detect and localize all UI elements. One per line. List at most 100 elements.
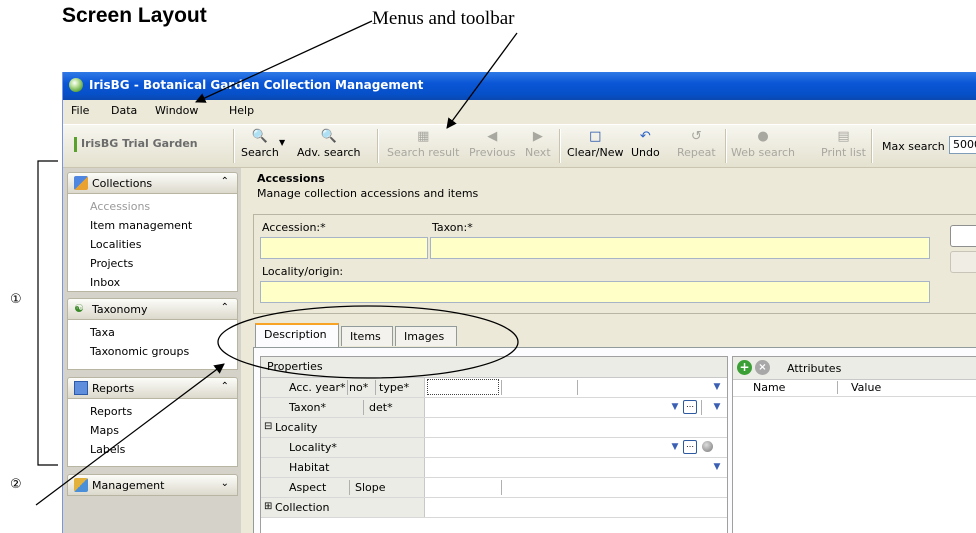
form-action-button[interactable] (950, 225, 976, 247)
app-window: IrisBG - Botanical Garden Collection Man… (62, 72, 976, 533)
taxon-ellipsis-button[interactable]: ⋯ (683, 400, 697, 414)
toolbar-separator (559, 129, 561, 163)
search-button[interactable]: 🔍 Search ▼ (241, 129, 285, 159)
undo-button[interactable]: ↶ Undo (631, 129, 660, 159)
nav-item-labels[interactable]: Labels (90, 443, 125, 456)
nav-section-management[interactable]: Management ⌄ (67, 474, 238, 496)
search-result-button[interactable]: ▦ Search result (387, 129, 459, 159)
habitat-dropdown-icon[interactable]: ▼ (711, 461, 723, 474)
collection-group-label: Collection (275, 501, 330, 514)
expand-icon[interactable]: ⌄ (221, 478, 229, 489)
locality-dropdown-icon[interactable]: ▼ (669, 441, 681, 454)
previous-label: Previous (469, 146, 516, 159)
nav-section-title: Collections (92, 177, 153, 190)
row-label-cell: Habitat (261, 458, 425, 477)
menu-data[interactable]: Data (111, 104, 137, 117)
collapse-icon[interactable]: ⌃ (221, 176, 229, 187)
app-icon (69, 78, 83, 92)
nav-item-taxa[interactable]: Taxa (90, 326, 115, 339)
nav-item-reports[interactable]: Reports (90, 405, 132, 418)
previous-button[interactable]: ◀ Previous (469, 129, 516, 159)
nav-item-maps[interactable]: Maps (90, 424, 119, 437)
collapse-group-icon[interactable]: ⊟ (264, 421, 272, 432)
toolbar-separator (377, 129, 379, 163)
tab-images[interactable]: Images (395, 326, 457, 346)
attributes-panel: + × Attributes Name Value (732, 356, 976, 533)
collections-icon (74, 176, 88, 190)
column-name[interactable]: Name (753, 381, 785, 394)
no-label: no* (349, 381, 369, 394)
row-locality-group: ⊟ Locality (261, 418, 727, 438)
column-value[interactable]: Value (851, 381, 881, 394)
clear-new-label: Clear/New (567, 146, 624, 159)
collapse-icon[interactable]: ⌃ (221, 302, 229, 313)
repeat-label: Repeat (677, 146, 716, 159)
nav-body-taxonomy: Taxa Taxonomic groups (67, 320, 238, 370)
det-label: det* (369, 401, 393, 414)
accession-input[interactable] (260, 237, 428, 259)
grid-icon: ▦ (417, 129, 430, 144)
menu-window[interactable]: Window (155, 104, 198, 117)
acc-year-label: Acc. year* (289, 381, 346, 394)
menu-help[interactable]: Help (229, 104, 254, 117)
toolbar-separator (871, 129, 873, 163)
undo-label: Undo (631, 146, 660, 159)
nav-item-inbox[interactable]: Inbox (90, 276, 120, 289)
next-button[interactable]: ▶ Next (525, 129, 551, 159)
divider (837, 381, 838, 394)
locality-map-icon[interactable] (702, 441, 713, 452)
binoculars-plus-icon: 🔍 (320, 129, 337, 144)
nav-item-localities[interactable]: Localities (90, 238, 141, 251)
tab-items[interactable]: Items (341, 326, 393, 346)
remove-attribute-icon[interactable]: × (755, 360, 770, 375)
max-search-label: Max search (882, 140, 945, 153)
nav-item-accessions[interactable]: Accessions (90, 200, 150, 213)
properties-header: Properties (261, 357, 727, 378)
adv-search-button[interactable]: 🔍 Adv. search (297, 129, 361, 159)
search-dropdown-icon[interactable]: ▼ (279, 138, 285, 147)
locality-origin-input[interactable] (260, 281, 930, 303)
marker-1: ① (10, 292, 22, 307)
arrow-right-icon: ▶ (532, 129, 543, 144)
expand-group-icon[interactable]: ⊞ (264, 501, 272, 512)
toolbar-separator (725, 129, 727, 163)
divider (501, 380, 502, 395)
nav-section-taxonomy[interactable]: ☯ Taxonomy ⌃ (67, 298, 238, 320)
nav-section-reports[interactable]: Reports ⌃ (67, 377, 238, 399)
management-icon (74, 478, 88, 492)
max-search-input[interactable]: 5000 (949, 136, 976, 154)
row-collection-group: ⊞ Collection (261, 498, 727, 518)
print-list-label: Print list (821, 146, 866, 159)
row-label-cell: ⊟ Locality (261, 418, 425, 437)
row-label-cell: ⊞ Collection (261, 498, 425, 517)
det-dropdown-icon[interactable]: ▼ (711, 401, 723, 414)
acc-year-input[interactable] (427, 379, 499, 395)
menus-toolbar-annotation: Menus and toolbar (372, 8, 515, 29)
menu-file[interactable]: File (71, 104, 89, 117)
print-icon: ▤ (837, 129, 850, 144)
add-attribute-icon[interactable]: + (737, 360, 752, 375)
type-dropdown-icon[interactable]: ▼ (711, 381, 723, 394)
clear-new-button[interactable]: □ Clear/New (567, 129, 623, 159)
web-search-button[interactable]: ● Web search (731, 129, 795, 159)
nav-section-collections[interactable]: Collections ⌃ (67, 172, 238, 194)
taxon-input[interactable] (430, 237, 930, 259)
navigation-pane: Collections ⌃ Accessions Item management… (63, 168, 241, 533)
print-list-button[interactable]: ▤ Print list (821, 129, 866, 159)
collapse-icon[interactable]: ⌃ (221, 381, 229, 392)
menu-bar: File Data Window Help (63, 100, 976, 122)
repeat-button[interactable]: ↺ Repeat (677, 129, 716, 159)
nav-item-taxonomic-groups[interactable]: Taxonomic groups (90, 345, 189, 358)
nav-item-projects[interactable]: Projects (90, 257, 133, 270)
locality-ellipsis-button[interactable]: ⋯ (683, 440, 697, 454)
taxon-dropdown-icon[interactable]: ▼ (669, 401, 681, 414)
aspect-label: Aspect (289, 481, 327, 494)
tab-description[interactable]: Description (255, 323, 339, 347)
form-action-button-disabled[interactable] (950, 251, 976, 273)
nav-item-item-management[interactable]: Item management (90, 219, 192, 232)
tab-strip: Description Items Images (253, 322, 976, 348)
next-label: Next (525, 146, 551, 159)
search-label: Search (241, 146, 279, 159)
divider (701, 400, 702, 415)
properties-grid: Properties Acc. year* no* type* ▼ Taxon*… (260, 356, 728, 533)
